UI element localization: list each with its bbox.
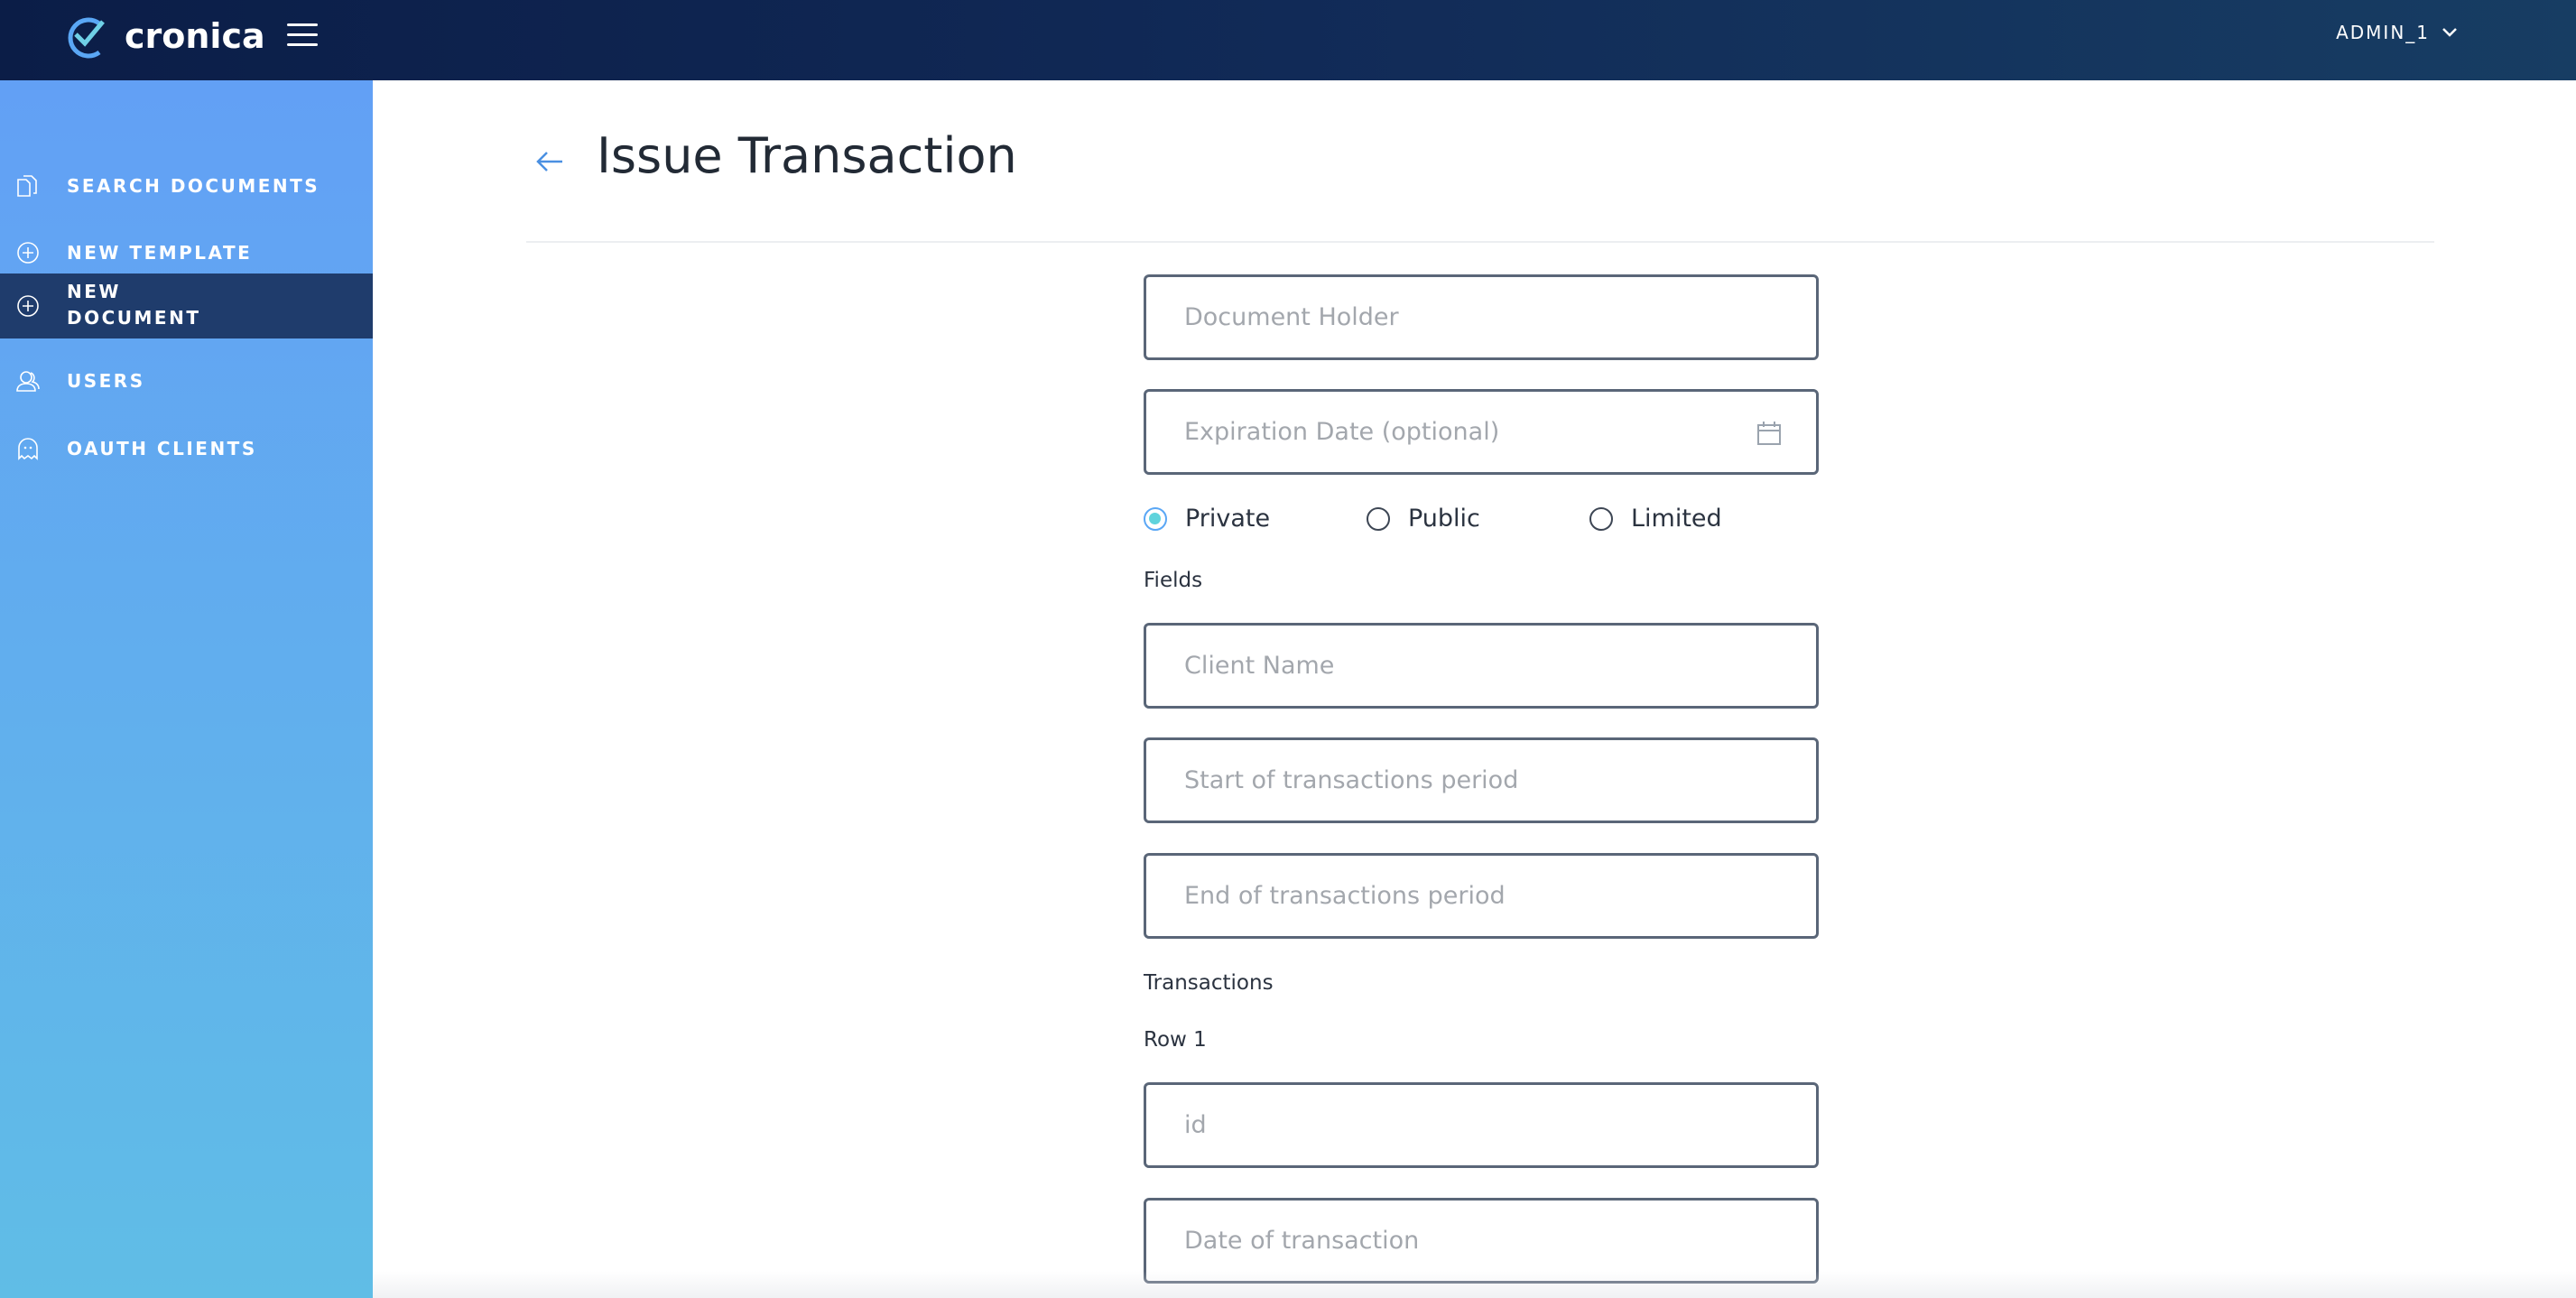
- bottom-shadow: [373, 1271, 2576, 1298]
- radio-public[interactable]: Public: [1367, 505, 1589, 533]
- chevron-down-icon: [2442, 28, 2457, 37]
- main-content: Issue Transaction Document Holder Expira…: [373, 80, 2576, 1298]
- plus-circle-icon: [17, 242, 39, 264]
- sidebar-item-new-document[interactable]: NEW DOCUMENT: [0, 274, 373, 338]
- expiration-date-input[interactable]: Expiration Date (optional): [1144, 389, 1819, 475]
- calendar-icon[interactable]: [1756, 421, 1782, 446]
- logo[interactable]: cronica: [63, 13, 265, 60]
- plus-circle-icon: [17, 295, 39, 317]
- cronica-logo-icon: [68, 17, 105, 59]
- row-id-input[interactable]: id: [1144, 1082, 1819, 1168]
- visibility-radio-group: Private Public Limited: [1144, 505, 1812, 533]
- username: ADMIN_1: [2336, 22, 2430, 43]
- menu-toggle-icon[interactable]: [287, 23, 318, 47]
- back-arrow-icon[interactable]: [533, 145, 566, 178]
- user-menu[interactable]: ADMIN_1: [2336, 22, 2457, 43]
- sidebar-item-new-template[interactable]: NEW TEMPLATE: [0, 230, 373, 275]
- fields-label: Fields: [1144, 569, 1203, 592]
- end-period-input[interactable]: End of transactions period: [1144, 853, 1819, 939]
- start-period-input[interactable]: Start of transactions period: [1144, 737, 1819, 823]
- sidebar: SEARCH DOCUMENTS NEW TEMPLATE NEW DOCUMEN…: [0, 80, 373, 1298]
- client-name-input[interactable]: Client Name: [1144, 623, 1819, 709]
- document-holder-input[interactable]: Document Holder: [1144, 274, 1819, 360]
- transactions-label: Transactions: [1144, 971, 1274, 995]
- radio-private[interactable]: Private: [1144, 505, 1367, 533]
- sidebar-item-oauth-clients[interactable]: OAUTH CLIENTS: [0, 426, 373, 471]
- top-header: cronica ADMIN_1: [0, 0, 2576, 80]
- divider: [526, 241, 2434, 243]
- users-icon: [16, 371, 40, 392]
- page-title: Issue Transaction: [597, 127, 1017, 184]
- radio-limited[interactable]: Limited: [1589, 505, 1812, 533]
- app-name: cronica: [125, 16, 265, 56]
- ghost-icon: [18, 438, 38, 460]
- row-label: Row 1: [1144, 1028, 1207, 1052]
- documents-icon: [17, 175, 37, 197]
- sidebar-item-search-documents[interactable]: SEARCH DOCUMENTS: [0, 163, 373, 209]
- sidebar-item-users[interactable]: USERS: [0, 358, 373, 403]
